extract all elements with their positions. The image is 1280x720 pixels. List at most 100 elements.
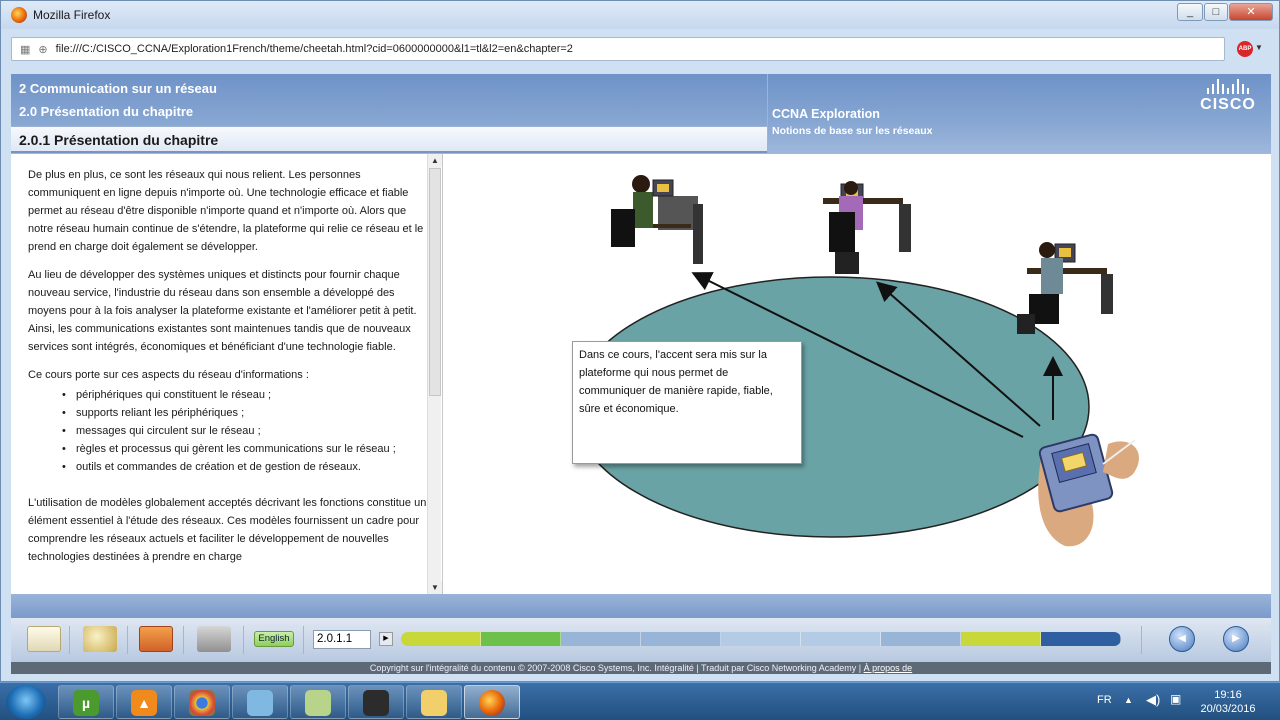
toolbar-divider [303, 626, 304, 654]
page-icon: ▦ [20, 43, 31, 56]
user-workstation-1 [611, 175, 703, 264]
header-divider [767, 74, 768, 154]
chapter-title: 2 Communication sur un réseau [19, 81, 217, 96]
globe-icon: ⊕ [38, 43, 48, 56]
paragraph: Ce cours porte sur ces aspects du réseau… [28, 369, 309, 381]
program-title: CCNA Exploration [772, 107, 880, 121]
list-item: outils et commandes de création et de ge… [62, 458, 427, 476]
taskbar-vlc[interactable]: ▲ [116, 685, 172, 719]
packet-tracer-icon [247, 690, 273, 716]
page-number-field[interactable]: 2.0.1.1 [313, 630, 371, 649]
cisco-logo: CISCO [1193, 78, 1263, 120]
media-player-icon [363, 690, 389, 716]
progress-segment[interactable] [641, 632, 721, 646]
handheld-device [1038, 433, 1139, 547]
language-button[interactable]: English [254, 631, 294, 647]
course-app: 2 Communication sur un réseau 2.0 Présen… [11, 74, 1271, 674]
network-illustration: Dans ce cours, l'accent sera mis sur la … [443, 154, 1271, 594]
clock-time: 19:16 [1214, 689, 1242, 701]
volume-icon[interactable]: ◀) [1146, 692, 1160, 708]
firefox-window: Mozilla Firefox _ □ ✕ ▦ ⊕ file:///C:/CIS… [0, 0, 1280, 682]
minimize-button[interactable]: _ [1177, 3, 1203, 21]
notes-icon[interactable] [27, 626, 61, 652]
paragraph: De plus en plus, ce sont les réseaux qui… [28, 169, 424, 253]
section-title: 2.0 Présentation du chapitre [19, 104, 194, 119]
windows-taskbar: µ ▲ FR ▲ ◀) ▣ 19:16 20/03/2016 [0, 682, 1280, 720]
taskbar-explorer[interactable] [406, 685, 462, 719]
scroll-thumb[interactable] [429, 168, 441, 396]
clock-date: 20/03/2016 [1200, 703, 1256, 715]
progress-segment[interactable] [961, 632, 1041, 646]
glossary-book-icon[interactable] [139, 626, 173, 652]
vlc-icon: ▲ [131, 690, 157, 716]
page-title: 2.0.1 Présentation du chapitre [11, 126, 767, 153]
progress-segment[interactable] [1041, 632, 1121, 646]
window-title: Mozilla Firefox [33, 8, 111, 22]
maximize-button[interactable]: □ [1204, 3, 1228, 21]
toolbar-divider [243, 626, 244, 654]
progress-segment[interactable] [721, 632, 801, 646]
text-scrollbar[interactable]: ▲ ▼ [427, 154, 442, 594]
title-bar: Mozilla Firefox _ □ ✕ [1, 1, 1279, 29]
progress-segment[interactable] [401, 632, 481, 646]
progress-bar[interactable] [401, 632, 1121, 646]
scroll-down-arrow-icon[interactable]: ▼ [428, 581, 442, 594]
list-item: périphériques qui constituent le réseau … [62, 386, 427, 404]
network-diagram [572, 175, 1139, 547]
network-icon[interactable]: ▣ [1170, 692, 1181, 706]
progress-segment[interactable] [881, 632, 961, 646]
folder-icon [421, 690, 447, 716]
bottom-strip [11, 594, 1271, 618]
paragraph: Au lieu de développer des systèmes uniqu… [28, 269, 417, 353]
toolbar-divider [127, 626, 128, 654]
utorrent-icon: µ [73, 690, 99, 716]
tools-icon[interactable] [197, 626, 231, 652]
system-clock[interactable]: 19:16 20/03/2016 [1196, 688, 1260, 716]
user-workstation-3 [1017, 242, 1113, 334]
course-header: 2 Communication sur un réseau 2.0 Présen… [11, 74, 1271, 154]
list-item: règles et processus qui gèrent les commu… [62, 440, 427, 458]
go-to-page-button[interactable]: ▶ [379, 632, 393, 646]
url-text: file:///C:/CISCO_CCNA/Exploration1French… [55, 43, 573, 55]
taskbar-firefox[interactable] [464, 685, 520, 719]
toolbar-divider [69, 626, 70, 654]
callout-box: Dans ce cours, l'accent sera mis sur la … [572, 341, 802, 464]
address-bar[interactable]: ▦ ⊕ file:///C:/CISCO_CCNA/Exploration1Fr… [11, 37, 1225, 61]
show-hidden-icons-icon[interactable]: ▲ [1124, 695, 1133, 705]
windows-start-button[interactable] [6, 685, 46, 719]
keyboard-language[interactable]: FR [1097, 694, 1112, 706]
taskbar-utorrent[interactable]: µ [58, 685, 114, 719]
paragraph: L'utilisation de modèles globalement acc… [28, 497, 427, 563]
taskbar-media-player[interactable] [348, 685, 404, 719]
firefox-icon [479, 690, 505, 716]
copyright-footer: Copyright sur l'intégralité du contenu ©… [11, 662, 1271, 674]
chevron-down-icon[interactable]: ▼ [1255, 43, 1263, 52]
previous-page-button[interactable]: ◀ [1169, 626, 1195, 652]
search-icon[interactable] [83, 626, 117, 652]
toolbar-divider [183, 626, 184, 654]
list-item: messages qui circulent sur le réseau ; [62, 422, 427, 440]
taskbar-packet-tracer[interactable] [232, 685, 288, 719]
course-toolbar: English 2.0.1.1 ▶ ◀ ▶ [11, 618, 1271, 662]
progress-segment[interactable] [481, 632, 561, 646]
notes-app-icon [305, 690, 331, 716]
firefox-icon [11, 7, 27, 23]
taskbar-chrome[interactable] [174, 685, 230, 719]
taskbar-notes[interactable] [290, 685, 346, 719]
close-button[interactable]: ✕ [1229, 3, 1273, 21]
program-subtitle: Notions de base sur les réseaux [772, 125, 933, 137]
cisco-wordmark: CISCO [1200, 96, 1256, 113]
text-pane[interactable]: De plus en plus, ce sont les réseaux qui… [14, 154, 427, 594]
copyright-text: Copyright sur l'intégralité du contenu ©… [369, 663, 857, 673]
adblock-icon[interactable]: ABP [1237, 41, 1253, 57]
progress-segment[interactable] [561, 632, 641, 646]
next-page-button[interactable]: ▶ [1223, 626, 1249, 652]
user-workstation-2 [823, 181, 911, 274]
scroll-up-arrow-icon[interactable]: ▲ [428, 154, 442, 167]
list-item: supports reliant les périphériques ; [62, 404, 427, 422]
chrome-icon [189, 690, 215, 716]
toolbar-divider [1141, 626, 1142, 654]
bullet-list: périphériques qui constituent le réseau … [62, 386, 427, 476]
about-link[interactable]: À propos de [864, 663, 913, 673]
progress-segment[interactable] [801, 632, 881, 646]
